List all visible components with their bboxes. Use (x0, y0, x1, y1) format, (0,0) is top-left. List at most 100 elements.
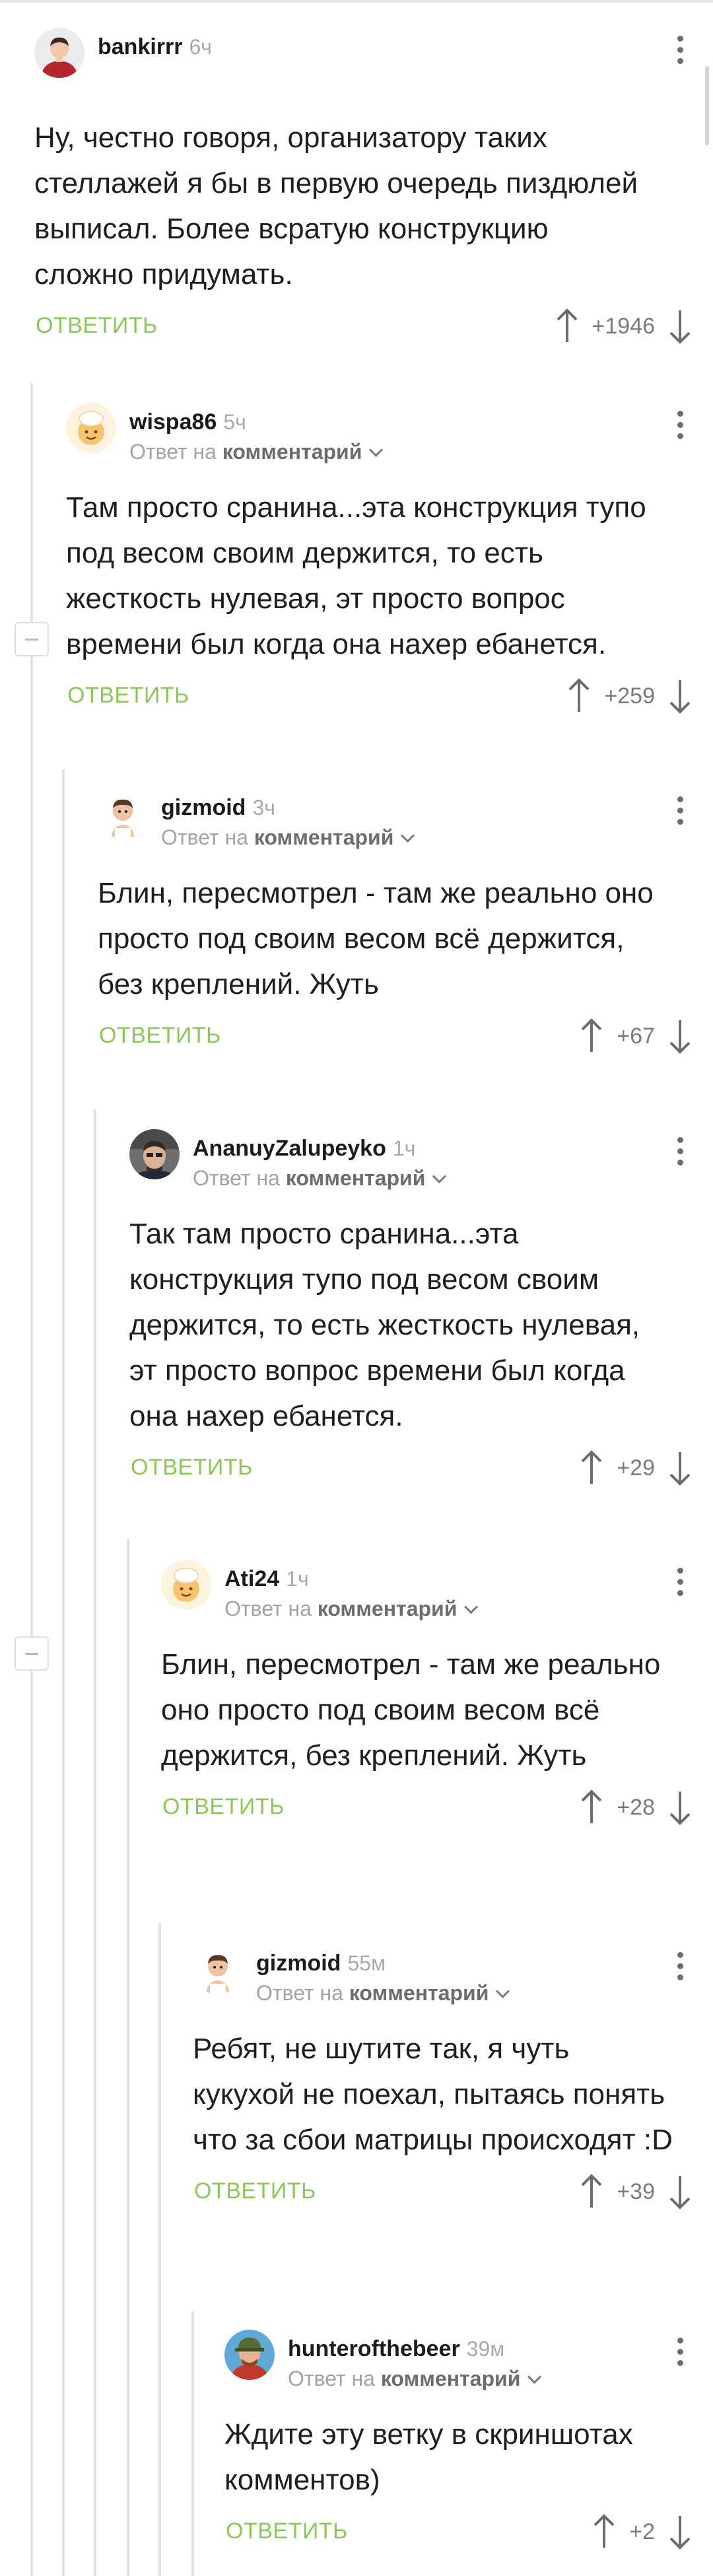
photo-man-icon (129, 1129, 180, 1179)
upvote-arrow-icon[interactable] (578, 2173, 605, 2210)
rating-value: +28 (617, 1794, 655, 1820)
author-name[interactable]: gizmoid 3ч (161, 795, 275, 821)
vote-control: +28 (578, 1789, 693, 1826)
comment: AnanuyZalupeyko 1ч Ответ на комментарий Т… (129, 1129, 713, 1494)
rating-value: +259 (604, 683, 655, 709)
reply-to-link[interactable]: Ответ на комментарий (129, 440, 384, 464)
comment: gizmoid 3ч Ответ на комментарий Блин, пер… (98, 788, 713, 1062)
reply-to-link[interactable]: Ответ на комментарий (161, 825, 415, 850)
chevron-down-icon (369, 442, 384, 458)
chevron-down-icon (464, 1599, 479, 1615)
avatar[interactable] (224, 2330, 275, 2380)
comment: gizmoid 55м Ответ на комментарий Ребят, н… (193, 1944, 713, 2218)
vote-control: +259 (566, 678, 693, 714)
chef-default-icon (66, 403, 116, 453)
collapse-thread-button[interactable] (15, 1636, 49, 1671)
avatar[interactable] (34, 28, 85, 78)
comment-time: 3ч (252, 796, 275, 819)
more-options-icon[interactable] (677, 1568, 684, 1603)
rating-value: +29 (617, 1455, 655, 1480)
more-options-icon[interactable] (677, 796, 684, 832)
downvote-arrow-icon[interactable] (667, 1018, 693, 1055)
rating-value: +2 (629, 2519, 655, 2544)
upvote-arrow-icon[interactable] (578, 1449, 605, 1486)
avatar[interactable] (98, 788, 148, 839)
more-options-icon[interactable] (677, 1137, 684, 1173)
chevron-down-icon (432, 1169, 447, 1184)
reply-button[interactable]: ОТВЕТИТЬ (99, 1023, 221, 1049)
reply-button[interactable]: ОТВЕТИТЬ (194, 2178, 316, 2204)
top-divider (0, 0, 713, 3)
thread-line-4[interactable] (127, 1539, 129, 2576)
author-name[interactable]: hunterofthebeer 39м (288, 2336, 504, 2362)
reply-button[interactable]: ОТВЕТИТЬ (162, 1794, 285, 1820)
cartoon-man-icon (193, 1944, 243, 1994)
author-name[interactable]: Ati24 1ч (224, 1566, 309, 1592)
author-name[interactable]: gizmoid 55м (256, 1951, 386, 1976)
hunter-icon (224, 2330, 275, 2380)
downvote-arrow-icon[interactable] (667, 678, 693, 714)
author-name[interactable]: wispa86 5ч (129, 409, 246, 435)
avatar[interactable] (161, 1560, 211, 1610)
thread-line-2[interactable] (62, 769, 65, 2576)
comment-time: 1ч (392, 1136, 416, 1160)
comment-time: 5ч (223, 410, 246, 434)
cartoon-man-icon (98, 788, 148, 839)
reply-to-link[interactable]: Ответ на комментарий (193, 1166, 447, 1191)
downvote-arrow-icon[interactable] (667, 1789, 693, 1826)
reply-button[interactable]: ОТВЕТИТЬ (36, 313, 158, 339)
comment-text: Ребят, не шутите так, я чуть кукухой не … (193, 2033, 673, 2156)
comment-text: Ну, честно говоря, организатору таких ст… (34, 122, 638, 291)
upvote-arrow-icon[interactable] (578, 1018, 605, 1055)
reply-button[interactable]: ОТВЕТИТЬ (131, 1455, 253, 1480)
more-options-icon[interactable] (677, 411, 684, 446)
man-red-shirt-icon (34, 28, 85, 78)
comment-text: Ждите эту ветку в скриншотах комментов) (224, 2418, 633, 2496)
comment-text: Блин, пересмотрел - там же реально оно п… (98, 877, 654, 1000)
reply-button[interactable]: ОТВЕТИТЬ (226, 2519, 348, 2544)
vote-control: +1946 (554, 308, 694, 345)
author-name[interactable]: AnanuyZalupeyko 1ч (193, 1136, 415, 1162)
comment-text: Так там просто сранина...эта конструкция… (129, 1218, 640, 1432)
upvote-arrow-icon[interactable] (591, 2513, 617, 2550)
chevron-down-icon (527, 2369, 542, 2385)
author-name[interactable]: bankirrr 6ч (98, 34, 212, 60)
upvote-arrow-icon[interactable] (566, 678, 592, 714)
comment: hunterofthebeer 39м Ответ на комментарий … (224, 2330, 713, 2558)
reply-to-link[interactable]: Ответ на комментарий (224, 1597, 479, 1621)
comment: Ati24 1ч Ответ на комментарий Блин, перес… (161, 1560, 713, 1834)
more-options-icon[interactable] (677, 2338, 684, 2373)
reply-to-link[interactable]: Ответ на комментарий (256, 1981, 510, 2005)
comment-time: 55м (347, 1951, 386, 1975)
avatar[interactable] (129, 1129, 180, 1179)
downvote-arrow-icon[interactable] (667, 2513, 693, 2550)
rating-value: +39 (617, 2178, 655, 2204)
comment: bankirrr 6ч Ну, честно говоря, организато… (34, 28, 713, 353)
vote-control: +39 (578, 2173, 693, 2210)
chevron-down-icon (496, 1984, 510, 1999)
downvote-arrow-icon[interactable] (667, 1449, 693, 1486)
downvote-arrow-icon[interactable] (667, 2173, 693, 2210)
more-options-icon[interactable] (677, 1952, 684, 1988)
thread-line-6[interactable] (191, 2311, 194, 2576)
chevron-down-icon (401, 828, 415, 843)
comment-time: 6ч (189, 35, 212, 59)
reply-button[interactable]: ОТВЕТИТЬ (67, 683, 189, 709)
rating-value: +1946 (592, 313, 656, 339)
reply-to-link[interactable]: Ответ на комментарий (288, 2367, 542, 2391)
vote-control: +2 (591, 2513, 693, 2550)
downvote-arrow-icon[interactable] (667, 308, 693, 345)
thread-line-5[interactable] (158, 1923, 161, 2576)
avatar[interactable] (66, 403, 116, 453)
upvote-arrow-icon[interactable] (554, 308, 580, 345)
avatar[interactable] (193, 1944, 243, 1994)
comment-text: Там просто сранина...эта конструкция туп… (66, 491, 646, 660)
comment-text: Блин, пересмотрел - там же реально оно п… (161, 1648, 661, 1772)
thread-line-1[interactable] (30, 383, 33, 2576)
collapse-thread-button[interactable] (15, 622, 49, 656)
more-options-icon[interactable] (677, 36, 684, 71)
thread-line-3[interactable] (94, 1109, 96, 2576)
upvote-arrow-icon[interactable] (578, 1789, 605, 1826)
comment-time: 1ч (286, 1567, 309, 1591)
comment-time: 39м (466, 2337, 505, 2361)
